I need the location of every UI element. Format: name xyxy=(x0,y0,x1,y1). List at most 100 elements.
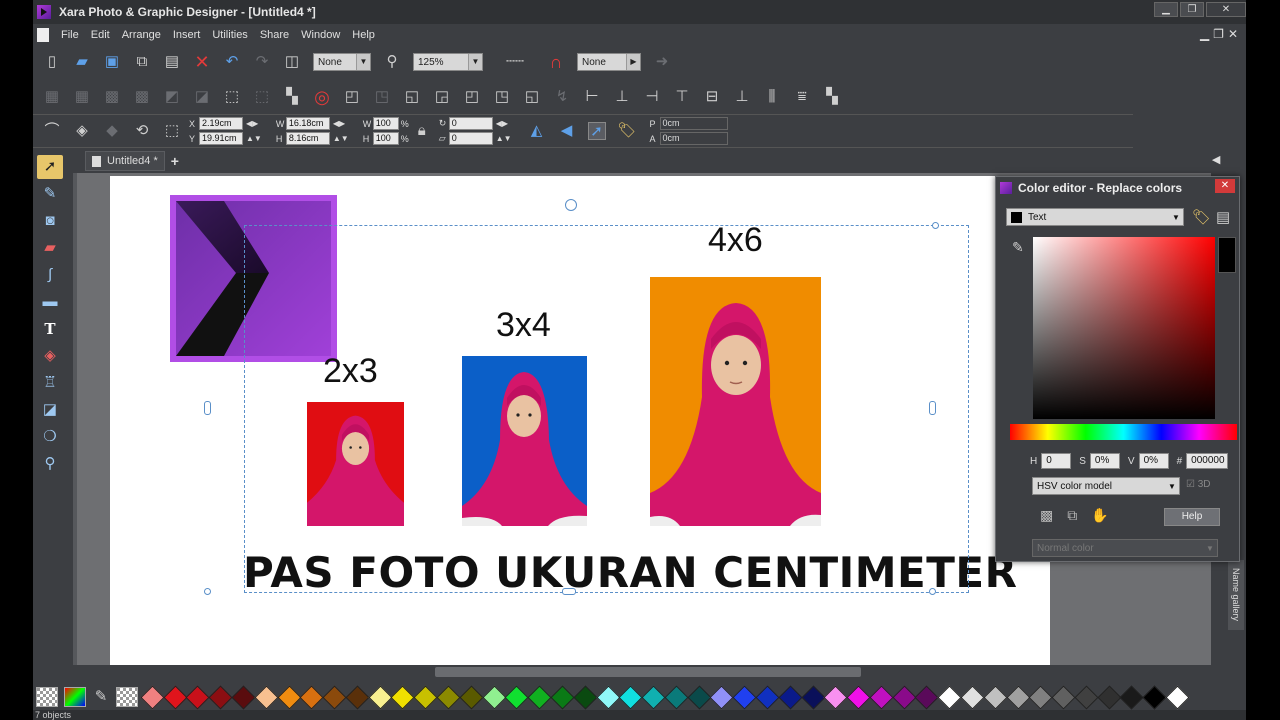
color-swatch[interactable] xyxy=(687,684,712,710)
blend-tool-icon[interactable]: ❍ xyxy=(37,425,63,449)
tag-icon[interactable]: 🏷︎ xyxy=(618,122,637,140)
menu-utilities[interactable]: Utilities xyxy=(206,29,253,41)
new-tab-button[interactable]: + xyxy=(171,153,179,169)
feather-dropdown[interactable]: None ▶ xyxy=(577,53,641,71)
back-icon[interactable]: ◳ xyxy=(373,88,391,106)
color-swatch[interactable] xyxy=(869,684,894,710)
horizontal-scrollbar[interactable] xyxy=(73,665,1211,679)
eraser-tool-icon[interactable]: ▰ xyxy=(37,236,63,260)
arrow-select-icon[interactable]: ➚ xyxy=(587,122,606,140)
flip-vertical-icon[interactable]: ◀ xyxy=(558,122,576,140)
color-swatch[interactable] xyxy=(527,684,552,710)
shape-subtract-icon[interactable]: ◲ xyxy=(433,88,451,106)
color-swatch[interactable] xyxy=(390,684,416,710)
3d-checkbox[interactable]: ☑ 3D xyxy=(1186,479,1211,490)
close-button[interactable]: ✕ xyxy=(1206,2,1246,17)
color-swatch[interactable] xyxy=(1051,684,1076,710)
rotate-handle[interactable] xyxy=(565,199,577,211)
color-swatch[interactable] xyxy=(459,684,484,710)
text-tool-icon[interactable]: T xyxy=(37,317,63,341)
select-inside-icon[interactable]: ⬚ xyxy=(223,88,241,106)
doc-close-icon[interactable]: ✕ xyxy=(1228,27,1238,41)
menu-edit[interactable]: Edit xyxy=(85,29,116,41)
h-pct-input[interactable]: 100 xyxy=(372,132,399,145)
forward-arrow-icon[interactable]: ➜ xyxy=(653,53,671,71)
menu-share[interactable]: Share xyxy=(254,29,295,41)
color-swatch[interactable] xyxy=(208,684,233,710)
shape-union-icon[interactable]: ◱ xyxy=(403,88,421,106)
a-input[interactable]: 0cm xyxy=(659,132,728,145)
transform-icon[interactable]: ⟲ xyxy=(133,122,151,140)
color-swatch[interactable] xyxy=(1097,684,1122,710)
menu-help[interactable]: Help xyxy=(346,29,381,41)
color-swatch[interactable] xyxy=(254,684,279,710)
selection-handle-tr[interactable] xyxy=(932,222,939,229)
color-swatch[interactable] xyxy=(277,684,302,710)
h-input[interactable]: 8.16cm xyxy=(285,132,330,145)
color-swatch[interactable] xyxy=(892,684,917,710)
color-swatch[interactable] xyxy=(1006,684,1031,710)
fill-tool-icon[interactable]: ◈ xyxy=(37,344,63,368)
color-swatch[interactable] xyxy=(664,684,689,710)
menu-window[interactable]: Window xyxy=(295,29,346,41)
doc-restore-icon[interactable]: ❐ xyxy=(1213,27,1224,41)
color-swatch[interactable] xyxy=(322,684,347,710)
x-input[interactable]: 2.19cm xyxy=(199,117,243,130)
shape-fit-icon[interactable]: ◱ xyxy=(523,88,541,106)
rectangle-tool-icon[interactable]: ▬ xyxy=(37,290,63,314)
color-swatch[interactable] xyxy=(163,684,188,710)
selection-handle-br[interactable] xyxy=(929,588,936,595)
save-icon[interactable]: ▣ xyxy=(103,53,121,71)
color-swatch[interactable] xyxy=(641,684,666,710)
color-swatch[interactable] xyxy=(140,684,165,710)
color-swatch[interactable] xyxy=(413,684,438,710)
break-icon[interactable]: ▩ xyxy=(133,88,151,106)
blend-mode-dropdown[interactable]: None ▼ xyxy=(313,53,371,71)
stepper-icon[interactable]: ▲▼ xyxy=(333,134,349,143)
hex-input[interactable]: 000000 xyxy=(1186,453,1229,469)
w-pct-input[interactable]: 100 xyxy=(372,117,399,130)
w-input[interactable]: 16.18cm xyxy=(285,117,330,130)
distribute-h-icon[interactable]: ⫼ xyxy=(763,88,781,106)
stepper-icon[interactable]: ▲▼ xyxy=(496,134,512,143)
tab-prev-icon[interactable]: ◀ xyxy=(1212,153,1220,166)
shape-icon[interactable]: ◆ xyxy=(103,122,121,140)
document-page[interactable]: 2x3 3x4 4x6 PAS FOTO UKURAN CENTIMETER xyxy=(110,176,1050,665)
delete-icon[interactable]: ✕ xyxy=(193,53,211,71)
color-target-dropdown[interactable]: Text ▼ xyxy=(1006,208,1184,226)
color-swatch[interactable] xyxy=(185,684,210,710)
name-gallery-tab[interactable]: Name gallery xyxy=(1228,560,1244,630)
minimize-button[interactable]: ▁ xyxy=(1154,2,1178,17)
color-editor-close-button[interactable]: ✕ xyxy=(1215,179,1235,193)
color-swatch[interactable] xyxy=(368,684,393,710)
rotate-input[interactable]: 0 xyxy=(448,117,493,130)
color-swatch[interactable] xyxy=(482,684,507,710)
color-editor-icon[interactable] xyxy=(64,687,86,707)
snap-magnet-icon[interactable]: ∩ xyxy=(547,53,565,71)
color-swatch[interactable] xyxy=(960,684,985,710)
eyedropper-icon[interactable]: ✎ xyxy=(1012,239,1024,256)
named-color-dropdown[interactable]: Normal color ▼ xyxy=(1032,539,1218,557)
color-swatch[interactable] xyxy=(618,684,643,710)
menu-insert[interactable]: Insert xyxy=(167,29,207,41)
saturation-value-picker[interactable] xyxy=(1033,237,1215,419)
zoom-dropdown[interactable]: 125% ▼ xyxy=(413,53,483,71)
value-input[interactable]: 0% xyxy=(1138,453,1169,469)
arrange-layers-icon[interactable]: ▚ xyxy=(283,88,301,106)
menu-file[interactable]: File xyxy=(55,29,85,41)
freehand-tool-icon[interactable]: ∫ xyxy=(37,263,63,287)
color-swatch[interactable] xyxy=(1028,684,1053,710)
shape-slice-icon[interactable]: ◳ xyxy=(493,88,511,106)
copy-icon[interactable]: ⧉ xyxy=(133,53,151,71)
fill-icon[interactable]: ◈ xyxy=(73,122,91,140)
transparency-tool-icon[interactable]: ♖ xyxy=(37,371,63,395)
doc-minimize-icon[interactable]: ▁ xyxy=(1200,27,1209,41)
bounds-icon[interactable]: ⬚ xyxy=(163,122,181,140)
color-swatch[interactable] xyxy=(436,684,461,710)
stepper-icon[interactable]: ◀▶ xyxy=(333,119,345,128)
new-document-icon[interactable]: ▯ xyxy=(43,53,61,71)
target-icon[interactable]: ◎ xyxy=(313,88,331,106)
align-top-icon[interactable]: ⊤ xyxy=(673,88,691,106)
photo-tool-icon[interactable]: ◙ xyxy=(37,209,63,233)
send-back-icon[interactable]: ◪ xyxy=(193,88,211,106)
